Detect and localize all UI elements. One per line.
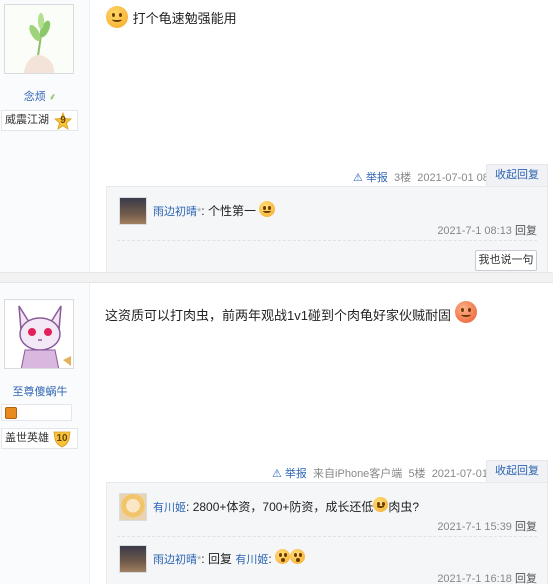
reply-link[interactable]: 回复 (515, 521, 537, 533)
reply-colon: : (268, 552, 272, 566)
grin-emoji-icon (454, 300, 477, 323)
floor-number: 3楼 (394, 172, 412, 184)
reply-username[interactable]: 雨边初晴 (153, 554, 197, 566)
reply-time: 2021-7-1 15:39 (437, 521, 512, 533)
post-separator (0, 272, 553, 283)
badge-title: 盖世英雄 (5, 432, 49, 444)
say-something-button[interactable]: 我也说一句 (475, 250, 537, 271)
reply-divider (117, 240, 537, 241)
reply-link[interactable]: 回复 (515, 573, 537, 584)
post-text: 这资质可以打肉虫，前两年观战1v1碰到个肉龟好家伙贼耐固 (105, 308, 451, 323)
badge-title: 威震江湖 (5, 114, 49, 126)
laugh-emoji-icon (259, 200, 276, 217)
user-avatar[interactable] (4, 4, 74, 74)
post-content: 打个龟速勉强能用 (106, 5, 237, 31)
user-avatar[interactable] (4, 299, 74, 369)
surprised-emoji-icon (275, 549, 291, 565)
reply-meta: 2021-7-1 08:13 回复 (437, 222, 537, 238)
honor-badge[interactable]: 威震江湖 9 (1, 110, 78, 131)
reply-avatar[interactable] (119, 493, 147, 521)
reply-line: 雨边初晴*: 个性第一 (153, 200, 276, 220)
vip-icon (5, 407, 17, 419)
reply-colon: : (201, 204, 205, 218)
user-sidebar: 至尊傻蜗牛 盖世英雄 10 (0, 283, 90, 584)
reply-line: 有川姬: 2800+体资，700+防资，成长还低 肉虫? (153, 497, 420, 515)
reply-username[interactable]: 雨边初晴 (153, 206, 197, 218)
user-sidebar: 念烦 ⸙ 威震江湖 9 (0, 0, 90, 272)
level-shield-icon: 10 (52, 430, 72, 448)
reply-text: 个性第一 (207, 204, 256, 218)
reply-text: 2800+体资，700+防资，成长还低 (192, 500, 374, 514)
username-text[interactable]: 念烦 (24, 91, 46, 103)
reply-target-user[interactable]: 有川姬 (235, 554, 268, 566)
reply-avatar[interactable] (119, 545, 147, 573)
reply-meta: 2021-7-1 16:18 回复 (437, 570, 537, 584)
post-floor-3: 念烦 ⸙ 威震江湖 9 打个龟速勉强能用 ⚠ 举报 3楼 2021-07-01 … (0, 0, 553, 272)
reply-text-tail: 肉虫? (388, 500, 420, 514)
client-source: 来自iPhone客户端 (313, 468, 403, 480)
reply-username[interactable]: 有川姬 (153, 502, 186, 514)
smile-emoji-icon (106, 5, 128, 28)
post-meta: ⚠ 举报 来自iPhone客户端 5楼 2021-07-01 11:54 (272, 465, 518, 481)
reply-text: 回复 (207, 552, 232, 566)
reply-time: 2021-7-1 08:13 (437, 225, 512, 237)
collapse-replies-button[interactable]: 收起回复 (486, 164, 548, 186)
reply-link[interactable]: 回复 (515, 225, 537, 237)
level-star-icon: 9 (54, 112, 72, 130)
honor-badge[interactable]: 盖世英雄 10 (1, 428, 78, 449)
reply-time: 2021-7-1 16:18 (437, 573, 512, 584)
level-number: 9 (60, 115, 66, 126)
reply-meta: 2021-7-1 15:39 回复 (437, 518, 537, 534)
reply-colon: : (186, 500, 190, 514)
post-content: 这资质可以打肉虫，前两年观战1v1碰到个肉龟好家伙贼耐固 (105, 300, 477, 328)
report-link[interactable]: ⚠ 举报 (272, 468, 307, 480)
reply-divider (117, 536, 537, 537)
member-icon-badge (1, 404, 72, 421)
sprout-icon: ⸙ (48, 92, 57, 103)
smile-emoji-icon (373, 497, 389, 513)
floor-number: 5楼 (408, 468, 426, 480)
surprised-emoji-icon (290, 549, 306, 565)
post-floor-5: 至尊傻蜗牛 盖世英雄 10 这资质可以打肉虫，前两年观战1v1碰到个肉龟好家伙贼… (0, 283, 553, 584)
reply-colon: : (201, 552, 205, 566)
username[interactable]: 念烦 ⸙ (0, 88, 80, 104)
reply-line: 雨边初晴*: 回复 有川姬: (153, 549, 306, 567)
reply-box: 雨边初晴*: 个性第一 2021-7-1 08:13 回复 我也说一句 (106, 186, 548, 272)
report-link[interactable]: ⚠ 举报 (353, 172, 388, 184)
post-meta: ⚠ 举报 3楼 2021-07-01 08:03 (353, 169, 504, 185)
level-number: 10 (56, 433, 68, 444)
post-text: 打个龟速勉强能用 (132, 11, 237, 26)
collapse-replies-button[interactable]: 收起回复 (486, 460, 548, 482)
username[interactable]: 至尊傻蜗牛 (0, 383, 80, 399)
reply-box: 有川姬: 2800+体资，700+防资，成长还低 肉虫? 2021-7-1 15:… (106, 482, 548, 584)
reply-avatar[interactable] (119, 197, 147, 225)
